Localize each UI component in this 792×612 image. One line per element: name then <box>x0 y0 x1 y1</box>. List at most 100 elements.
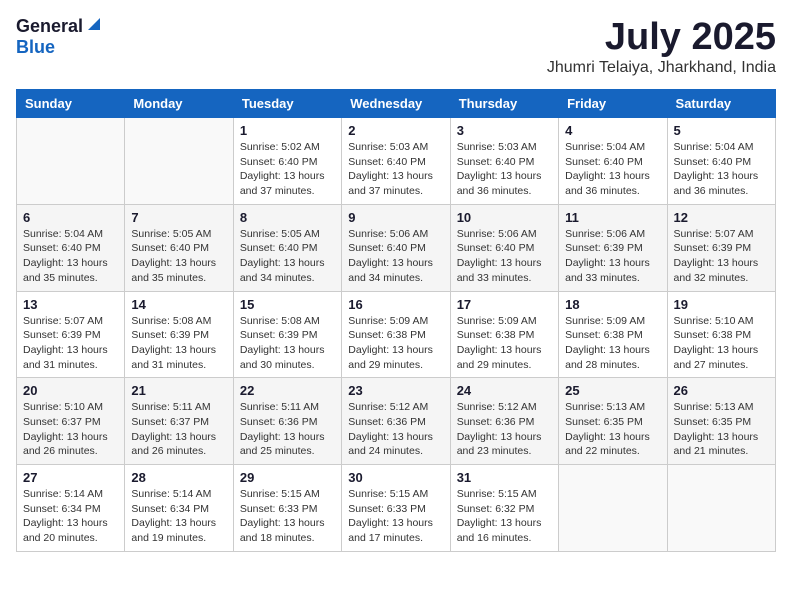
calendar-day-cell: 11 Sunrise: 5:06 AM Sunset: 6:39 PM Dayli… <box>559 204 667 291</box>
day-number: 3 <box>457 123 552 138</box>
weekday-header: Wednesday <box>342 90 450 118</box>
calendar-day-cell: 29Sunrise: 5:15 AM Sunset: 6:33 PM Dayli… <box>233 465 341 552</box>
title-section: July 2025 Jhumri Telaiya, Jharkhand, Ind… <box>547 16 776 77</box>
weekday-header: Sunday <box>17 90 125 118</box>
day-number: 9 <box>348 210 443 225</box>
calendar-day-cell: 10Sunrise: 5:06 AM Sunset: 6:40 PM Dayli… <box>450 204 558 291</box>
day-info: Sunrise: 5:04 AM Sunset: 6:40 PM Dayligh… <box>674 140 769 199</box>
day-number: 23 <box>348 383 443 398</box>
calendar-day-cell: 28 Sunrise: 5:14 AM Sunset: 6:34 PM Dayli… <box>125 465 233 552</box>
day-info: Sunrise: 5:05 AM Sunset: 6:40 PM Dayligh… <box>131 227 226 286</box>
calendar-day-cell: 21Sunrise: 5:11 AM Sunset: 6:37 PM Dayli… <box>125 378 233 465</box>
logo-icon <box>86 16 102 37</box>
calendar-day-cell: 20Sunrise: 5:10 AM Sunset: 6:37 PM Dayli… <box>17 378 125 465</box>
calendar-day-cell: 4 Sunrise: 5:04 AM Sunset: 6:40 PM Daylig… <box>559 118 667 205</box>
calendar-day-cell <box>17 118 125 205</box>
day-number: 27 <box>23 470 118 485</box>
calendar-day-cell: 8 Sunrise: 5:05 AM Sunset: 6:40 PM Daylig… <box>233 204 341 291</box>
logo: General Blue <box>16 16 102 58</box>
day-info: Sunrise: 5:11 AM Sunset: 6:37 PM Dayligh… <box>131 400 226 459</box>
calendar-day-cell: 13 Sunrise: 5:07 AM Sunset: 6:39 PM Dayli… <box>17 291 125 378</box>
day-info: Sunrise: 5:03 AM Sunset: 6:40 PM Dayligh… <box>348 140 443 199</box>
day-number: 7 <box>131 210 226 225</box>
location-title: Jhumri Telaiya, Jharkhand, India <box>547 59 776 77</box>
calendar-day-cell: 16 Sunrise: 5:09 AM Sunset: 6:38 PM Dayli… <box>342 291 450 378</box>
day-info: Sunrise: 5:06 AM Sunset: 6:40 PM Dayligh… <box>348 227 443 286</box>
calendar-week-row: 20Sunrise: 5:10 AM Sunset: 6:37 PM Dayli… <box>17 378 776 465</box>
weekday-header: Monday <box>125 90 233 118</box>
day-info: Sunrise: 5:13 AM Sunset: 6:35 PM Dayligh… <box>565 400 660 459</box>
day-info: Sunrise: 5:02 AM Sunset: 6:40 PM Dayligh… <box>240 140 335 199</box>
calendar-day-cell: 26 Sunrise: 5:13 AM Sunset: 6:35 PM Dayli… <box>667 378 775 465</box>
day-number: 20 <box>23 383 118 398</box>
calendar-table: SundayMondayTuesdayWednesdayThursdayFrid… <box>16 89 776 552</box>
calendar-day-cell <box>125 118 233 205</box>
day-info: Sunrise: 5:08 AM Sunset: 6:39 PM Dayligh… <box>131 314 226 373</box>
calendar-day-cell: 30 Sunrise: 5:15 AM Sunset: 6:33 PM Dayli… <box>342 465 450 552</box>
calendar-week-row: 1 Sunrise: 5:02 AM Sunset: 6:40 PM Daylig… <box>17 118 776 205</box>
calendar-day-cell: 17 Sunrise: 5:09 AM Sunset: 6:38 PM Dayli… <box>450 291 558 378</box>
calendar-week-row: 13 Sunrise: 5:07 AM Sunset: 6:39 PM Dayli… <box>17 291 776 378</box>
day-number: 11 <box>565 210 660 225</box>
day-info: Sunrise: 5:08 AM Sunset: 6:39 PM Dayligh… <box>240 314 335 373</box>
weekday-header: Friday <box>559 90 667 118</box>
day-info: Sunrise: 5:09 AM Sunset: 6:38 PM Dayligh… <box>348 314 443 373</box>
calendar-day-cell: 3 Sunrise: 5:03 AM Sunset: 6:40 PM Daylig… <box>450 118 558 205</box>
day-number: 16 <box>348 297 443 312</box>
day-info: Sunrise: 5:03 AM Sunset: 6:40 PM Dayligh… <box>457 140 552 199</box>
day-info: Sunrise: 5:12 AM Sunset: 6:36 PM Dayligh… <box>348 400 443 459</box>
day-number: 1 <box>240 123 335 138</box>
day-number: 12 <box>674 210 769 225</box>
calendar-day-cell: 2Sunrise: 5:03 AM Sunset: 6:40 PM Daylig… <box>342 118 450 205</box>
day-number: 10 <box>457 210 552 225</box>
logo-blue: Blue <box>16 37 55 57</box>
day-info: Sunrise: 5:10 AM Sunset: 6:38 PM Dayligh… <box>674 314 769 373</box>
day-number: 13 <box>23 297 118 312</box>
day-number: 22 <box>240 383 335 398</box>
calendar-week-row: 27 Sunrise: 5:14 AM Sunset: 6:34 PM Dayli… <box>17 465 776 552</box>
day-info: Sunrise: 5:15 AM Sunset: 6:32 PM Dayligh… <box>457 487 552 546</box>
calendar-day-cell: 14Sunrise: 5:08 AM Sunset: 6:39 PM Dayli… <box>125 291 233 378</box>
calendar-day-cell: 18Sunrise: 5:09 AM Sunset: 6:38 PM Dayli… <box>559 291 667 378</box>
day-info: Sunrise: 5:13 AM Sunset: 6:35 PM Dayligh… <box>674 400 769 459</box>
calendar-day-cell: 6Sunrise: 5:04 AM Sunset: 6:40 PM Daylig… <box>17 204 125 291</box>
calendar-day-cell: 12Sunrise: 5:07 AM Sunset: 6:39 PM Dayli… <box>667 204 775 291</box>
calendar-day-cell: 25 Sunrise: 5:13 AM Sunset: 6:35 PM Dayli… <box>559 378 667 465</box>
day-number: 15 <box>240 297 335 312</box>
day-number: 5 <box>674 123 769 138</box>
calendar-day-cell: 1 Sunrise: 5:02 AM Sunset: 6:40 PM Daylig… <box>233 118 341 205</box>
day-info: Sunrise: 5:09 AM Sunset: 6:38 PM Dayligh… <box>565 314 660 373</box>
day-info: Sunrise: 5:05 AM Sunset: 6:40 PM Dayligh… <box>240 227 335 286</box>
calendar-day-cell: 24Sunrise: 5:12 AM Sunset: 6:36 PM Dayli… <box>450 378 558 465</box>
day-info: Sunrise: 5:04 AM Sunset: 6:40 PM Dayligh… <box>565 140 660 199</box>
calendar-day-cell: 19 Sunrise: 5:10 AM Sunset: 6:38 PM Dayli… <box>667 291 775 378</box>
weekday-header: Saturday <box>667 90 775 118</box>
day-info: Sunrise: 5:14 AM Sunset: 6:34 PM Dayligh… <box>131 487 226 546</box>
day-info: Sunrise: 5:09 AM Sunset: 6:38 PM Dayligh… <box>457 314 552 373</box>
day-number: 4 <box>565 123 660 138</box>
day-info: Sunrise: 5:11 AM Sunset: 6:36 PM Dayligh… <box>240 400 335 459</box>
day-info: Sunrise: 5:06 AM Sunset: 6:39 PM Dayligh… <box>565 227 660 286</box>
calendar-header-row: SundayMondayTuesdayWednesdayThursdayFrid… <box>17 90 776 118</box>
calendar-day-cell: 23 Sunrise: 5:12 AM Sunset: 6:36 PM Dayli… <box>342 378 450 465</box>
logo-general: General <box>16 16 83 37</box>
day-info: Sunrise: 5:07 AM Sunset: 6:39 PM Dayligh… <box>23 314 118 373</box>
day-number: 17 <box>457 297 552 312</box>
day-number: 31 <box>457 470 552 485</box>
calendar-week-row: 6Sunrise: 5:04 AM Sunset: 6:40 PM Daylig… <box>17 204 776 291</box>
calendar-day-cell: 22 Sunrise: 5:11 AM Sunset: 6:36 PM Dayli… <box>233 378 341 465</box>
calendar-day-cell: 31 Sunrise: 5:15 AM Sunset: 6:32 PM Dayli… <box>450 465 558 552</box>
page-header: General Blue July 2025 Jhumri Telaiya, J… <box>16 16 776 77</box>
calendar-day-cell <box>559 465 667 552</box>
day-number: 30 <box>348 470 443 485</box>
day-number: 8 <box>240 210 335 225</box>
day-number: 19 <box>674 297 769 312</box>
day-number: 25 <box>565 383 660 398</box>
calendar-day-cell: 7 Sunrise: 5:05 AM Sunset: 6:40 PM Daylig… <box>125 204 233 291</box>
day-number: 26 <box>674 383 769 398</box>
day-info: Sunrise: 5:15 AM Sunset: 6:33 PM Dayligh… <box>348 487 443 546</box>
calendar-day-cell: 15 Sunrise: 5:08 AM Sunset: 6:39 PM Dayli… <box>233 291 341 378</box>
day-info: Sunrise: 5:12 AM Sunset: 6:36 PM Dayligh… <box>457 400 552 459</box>
month-title: July 2025 <box>547 16 776 59</box>
day-number: 28 <box>131 470 226 485</box>
